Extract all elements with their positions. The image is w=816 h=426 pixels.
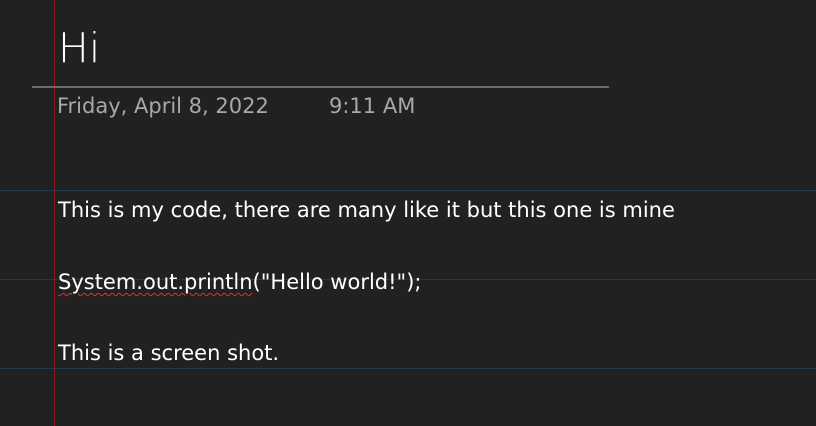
page-time: 9:11 AM — [329, 94, 416, 118]
margin-line — [54, 0, 55, 426]
note-code-line[interactable]: System.out.println("Hello world!"); — [58, 268, 421, 296]
note-text-line[interactable]: This is my code, there are many like it … — [58, 196, 675, 224]
rule-line-3 — [0, 368, 816, 369]
note-text-line[interactable]: This is a screen shot. — [58, 339, 279, 367]
code-text-rest: ("Hello world!"); — [252, 270, 422, 294]
spellcheck-flagged-text: System.out.println — [58, 270, 253, 294]
title-underline — [32, 86, 609, 88]
page-date: Friday, April 8, 2022 — [57, 94, 269, 118]
rule-line-1 — [0, 190, 816, 191]
page-title[interactable]: Hi — [58, 22, 100, 74]
